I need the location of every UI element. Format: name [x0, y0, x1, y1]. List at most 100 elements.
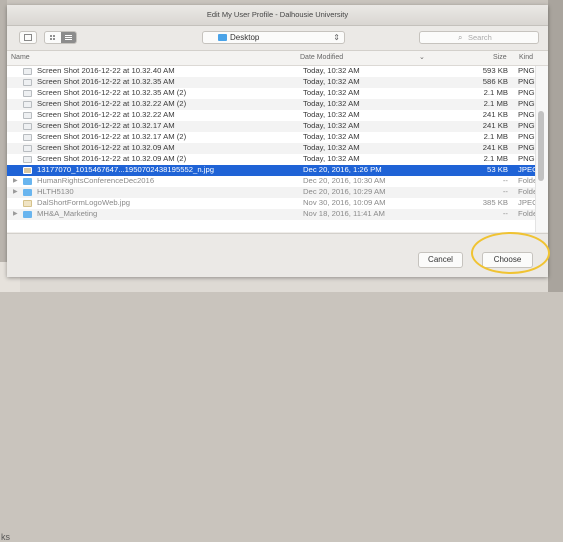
search-placeholder: Search	[468, 33, 492, 42]
icon-view-button[interactable]	[45, 32, 61, 43]
scrollbar-thumb[interactable]	[538, 111, 544, 181]
file-row[interactable]: Screen Shot 2016-12-22 at 10.32.35 AM Tod…	[7, 77, 535, 88]
file-row[interactable]: ▶ MH&A_Marketing Nov 18, 2016, 11:41 AM -- F…	[7, 209, 535, 220]
file-date-modified: Dec 20, 2016, 10:30 AM	[303, 176, 386, 185]
file-name: Screen Shot 2016-12-22 at 10.32.40 AM	[37, 66, 175, 75]
file-size: 586 KB	[482, 77, 508, 86]
file-name: Screen Shot 2016-12-22 at 10.32.35 AM (2…	[37, 88, 187, 97]
file-size: 2.1 MB	[483, 88, 508, 97]
file-kind: Folder	[518, 209, 535, 218]
sidebar-toggle-button[interactable]	[19, 31, 37, 44]
file-name: 13177070_1015467647...1950702438195552_n…	[37, 165, 214, 174]
file-size: --	[502, 187, 508, 196]
file-kind: PNG	[518, 121, 535, 130]
file-kind: PNG	[518, 77, 535, 86]
file-kind: PNG	[518, 99, 535, 108]
file-kind: Folder	[518, 176, 535, 185]
column-header-kind[interactable]: Kind	[519, 51, 533, 65]
screenshot-icon	[23, 79, 32, 86]
file-row[interactable]: Screen Shot 2016-12-22 at 10.32.35 AM (2…	[7, 88, 535, 99]
file-kind: Folder	[518, 187, 535, 196]
file-name: Screen Shot 2016-12-22 at 10.32.17 AM (2…	[37, 132, 187, 141]
file-row[interactable]: Screen Shot 2016-12-22 at 10.32.40 AM Tod…	[7, 66, 535, 77]
highlight-circle-annotation	[471, 232, 550, 274]
screenshot-icon	[23, 134, 32, 141]
file-row[interactable]: DalShortFormLogoWeb.jpg Nov 30, 2016, 10:…	[7, 198, 535, 209]
column-header-name[interactable]: Name	[11, 51, 30, 65]
background-left-panel	[0, 0, 7, 292]
file-name: Screen Shot 2016-12-22 at 10.32.22 AM (2…	[37, 99, 187, 108]
screenshot-icon	[23, 145, 32, 152]
file-name: Screen Shot 2016-12-22 at 10.32.17 AM	[37, 121, 175, 130]
file-size: --	[502, 209, 508, 218]
search-field[interactable]: ⌕ Search	[419, 31, 539, 44]
file-size: 593 KB	[482, 66, 508, 75]
list-view-button[interactable]	[61, 32, 76, 43]
location-label: Desktop	[230, 33, 260, 42]
background-text-fragment: ks	[1, 532, 10, 542]
sidebar-icon	[24, 34, 32, 41]
dialog-title: Edit My User Profile - Dalhousie Univers…	[7, 5, 548, 26]
file-date-modified: Today, 10:32 AM	[303, 88, 360, 97]
folder-icon	[23, 189, 32, 196]
folder-icon	[23, 211, 32, 218]
disclosure-triangle-icon[interactable]: ▶	[13, 176, 18, 187]
file-chooser-dialog: Edit My User Profile - Dalhousie Univers…	[7, 5, 548, 277]
file-kind: PNG	[518, 143, 535, 152]
file-row[interactable]: Screen Shot 2016-12-22 at 10.32.09 AM Tod…	[7, 143, 535, 154]
file-name: MH&A_Marketing	[37, 209, 98, 218]
file-size: 241 KB	[482, 143, 508, 152]
file-date-modified: Today, 10:32 AM	[303, 154, 360, 163]
file-date-modified: Today, 10:32 AM	[303, 121, 360, 130]
file-kind: PNG	[518, 110, 535, 119]
file-date-modified: Today, 10:32 AM	[303, 77, 360, 86]
file-date-modified: Today, 10:32 AM	[303, 143, 360, 152]
file-date-modified: Nov 18, 2016, 11:41 AM	[303, 209, 385, 218]
column-header-row: Name Date Modified ⌄ Size Kind	[7, 51, 548, 66]
file-size: 385 KB	[482, 198, 508, 207]
column-header-size[interactable]: Size	[493, 51, 507, 65]
chevron-updown-icon: ⇕	[333, 33, 340, 42]
file-name: HLTH5130	[37, 187, 74, 196]
file-kind: PNG	[518, 154, 535, 163]
screenshot-icon	[23, 156, 32, 163]
file-row[interactable]: Screen Shot 2016-12-22 at 10.32.17 AM Tod…	[7, 121, 535, 132]
folder-icon	[218, 34, 227, 41]
file-size: 2.1 MB	[483, 154, 508, 163]
file-name: HumanRightsConferenceDec2016	[37, 176, 155, 185]
location-popup[interactable]: Desktop ⇕	[202, 31, 345, 44]
file-date-modified: Today, 10:32 AM	[303, 99, 360, 108]
file-row[interactable]: ▶ HumanRightsConferenceDec2016 Dec 20, 201…	[7, 176, 535, 187]
disclosure-triangle-icon[interactable]: ▶	[13, 209, 18, 220]
file-name: Screen Shot 2016-12-22 at 10.32.09 AM	[37, 143, 175, 152]
file-date-modified: Today, 10:32 AM	[303, 132, 360, 141]
file-row[interactable]: Screen Shot 2016-12-22 at 10.32.22 AM Tod…	[7, 110, 535, 121]
file-row-selected[interactable]: 13177070_1015467647...1950702438195552_n…	[7, 165, 535, 176]
dialog-button-bar: Cancel Choose	[7, 233, 548, 277]
screenshot-icon	[23, 90, 32, 97]
file-row[interactable]: Screen Shot 2016-12-22 at 10.32.09 AM (2…	[7, 154, 535, 165]
column-header-date-modified[interactable]: Date Modified	[300, 51, 343, 65]
file-name: Screen Shot 2016-12-22 at 10.32.09 AM (2…	[37, 154, 187, 163]
file-size: 241 KB	[482, 110, 508, 119]
background-right-panel	[548, 0, 563, 292]
cancel-button[interactable]: Cancel	[418, 252, 463, 268]
file-size: --	[502, 176, 508, 185]
file-kind: PNG	[518, 88, 535, 97]
file-kind: JPEG	[518, 165, 535, 174]
file-date-modified: Today, 10:32 AM	[303, 110, 360, 119]
file-size: 2.1 MB	[483, 132, 508, 141]
file-row[interactable]: ▶ HLTH5130 Dec 20, 2016, 10:29 AM -- Folder	[7, 187, 535, 198]
file-kind: PNG	[518, 132, 535, 141]
background-bottom-panel	[20, 277, 548, 292]
file-date-modified: Today, 10:32 AM	[303, 66, 360, 75]
file-size: 53 KB	[487, 165, 508, 174]
disclosure-triangle-icon[interactable]: ▶	[13, 187, 18, 198]
jpeg-icon	[23, 200, 32, 207]
file-date-modified: Dec 20, 2016, 1:26 PM	[303, 165, 382, 174]
view-mode-segmented-control	[44, 31, 77, 44]
file-row[interactable]: Screen Shot 2016-12-22 at 10.32.17 AM (2…	[7, 132, 535, 143]
screenshot-icon	[23, 68, 32, 75]
file-row[interactable]: Screen Shot 2016-12-22 at 10.32.22 AM (2…	[7, 99, 535, 110]
file-name: DalShortFormLogoWeb.jpg	[37, 198, 131, 207]
